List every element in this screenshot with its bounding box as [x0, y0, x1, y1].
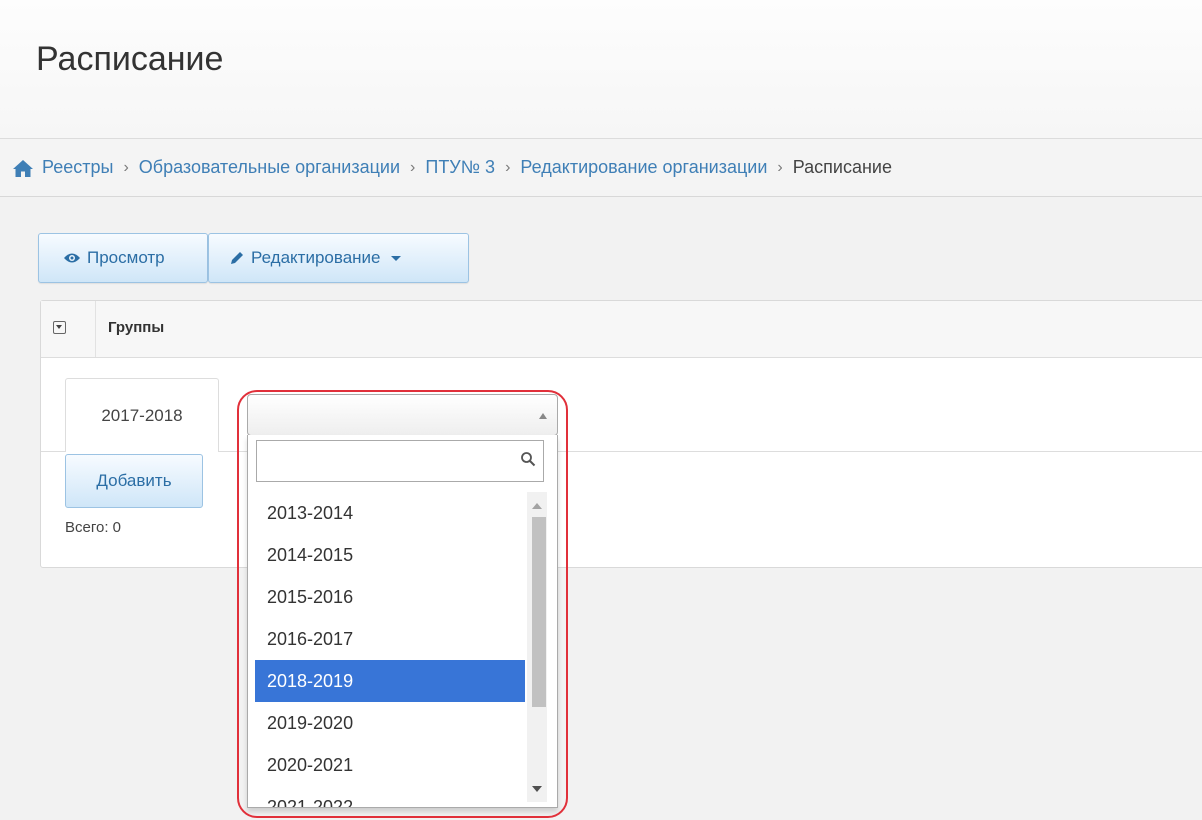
breadcrumb-link-organizations[interactable]: Образовательные организации	[139, 157, 400, 178]
edit-button-label: Редактирование	[251, 248, 381, 267]
scrollbar-thumb[interactable]	[532, 517, 546, 707]
dropdown-search	[256, 440, 544, 482]
options-list: 2013-2014 2014-2015 2015-2016 2016-2017 …	[255, 492, 525, 807]
total-count: Всего: 0	[65, 519, 122, 536]
chevron-right-icon: ›	[410, 158, 416, 176]
option-2016-2017[interactable]: 2016-2017	[255, 618, 525, 660]
breadcrumb-link-registries[interactable]: Реестры	[42, 157, 113, 178]
add-button[interactable]: Добавить	[65, 454, 203, 508]
chevron-up-icon	[539, 413, 547, 419]
chevron-right-icon: ›	[505, 158, 511, 176]
option-2018-2019[interactable]: 2018-2019	[255, 660, 525, 702]
scroll-down-icon[interactable]	[532, 786, 542, 792]
home-icon[interactable]	[12, 158, 34, 178]
edit-dropdown-button[interactable]: Редактирование	[208, 233, 469, 283]
view-button[interactable]: Просмотр	[38, 233, 208, 283]
panel-header: Группы	[41, 301, 1202, 358]
breadcrumb-link-edit-organization[interactable]: Редактирование организации	[520, 157, 767, 178]
view-button-label: Просмотр	[87, 248, 165, 267]
option-2014-2015[interactable]: 2014-2015	[255, 534, 525, 576]
breadcrumb-link-organization[interactable]: ПТУ№ 3	[425, 157, 495, 178]
page-title: Расписание	[36, 40, 224, 78]
option-2021-2022[interactable]: 2021-2022	[255, 786, 525, 807]
breadcrumb: Реестры › Образовательные организации › …	[0, 139, 1202, 197]
scroll-up-icon[interactable]	[532, 503, 542, 509]
pencil-icon	[231, 252, 243, 264]
breadcrumb-current: Расписание	[792, 157, 892, 177]
option-2015-2016[interactable]: 2015-2016	[255, 576, 525, 618]
option-2019-2020[interactable]: 2019-2020	[255, 702, 525, 744]
search-icon	[521, 452, 536, 467]
year-select[interactable]	[247, 394, 558, 436]
panel-title: Группы	[108, 319, 165, 336]
groups-panel: Группы 2017-2018 Добавить Всего: 0	[40, 300, 1202, 568]
year-dropdown: 2013-2014 2014-2015 2015-2016 2016-2017 …	[247, 435, 558, 808]
chevron-right-icon: ›	[123, 158, 129, 176]
page-header: Расписание	[0, 0, 1202, 139]
tab-year[interactable]: 2017-2018	[65, 378, 219, 452]
collapse-icon[interactable]	[53, 321, 66, 334]
eye-icon	[64, 253, 80, 263]
search-input[interactable]	[256, 440, 544, 482]
divider	[95, 301, 96, 357]
option-2020-2021[interactable]: 2020-2021	[255, 744, 525, 786]
caret-down-icon	[390, 255, 401, 261]
chevron-right-icon: ›	[777, 158, 783, 176]
option-2013-2014[interactable]: 2013-2014	[255, 492, 525, 534]
